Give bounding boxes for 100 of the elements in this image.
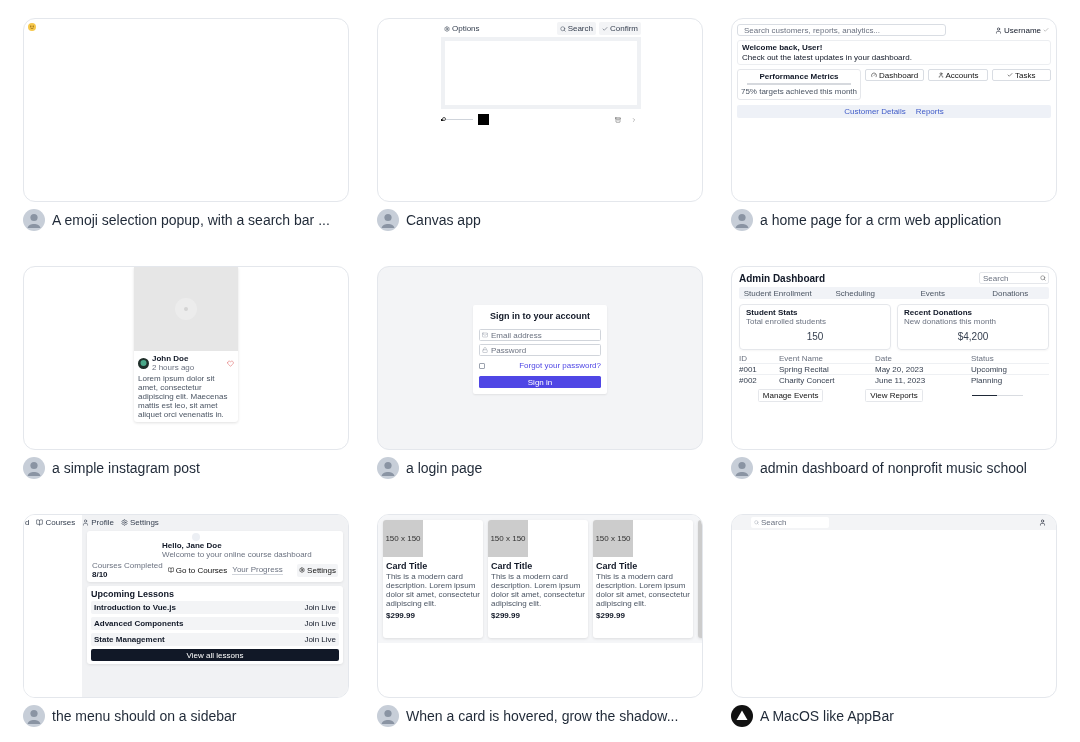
table-cell-text: #002	[739, 375, 758, 386]
stat-label: Courses Completed	[92, 561, 163, 570]
avatar	[731, 209, 753, 231]
column-header: Date	[875, 353, 971, 364]
project-title[interactable]: A emoji selection popup, with a search bar ...	[52, 212, 330, 228]
view-all-button[interactable]: View all lessons	[91, 649, 339, 661]
image-placeholder: 150 x 150	[593, 520, 633, 557]
login-title: Sign in to your account	[489, 311, 591, 321]
image-placeholder: 150 x 150	[383, 520, 423, 557]
lesson-row[interactable]: Introduction to Vue.js Join Live	[91, 601, 339, 614]
join-live-link[interactable]: Join Live	[304, 603, 336, 612]
project-title[interactable]: a home page for a crm web application	[760, 212, 1002, 228]
preview-thumbnail[interactable]	[731, 266, 1057, 450]
project-title[interactable]: admin dashboard of nonprofit music school	[760, 460, 1027, 476]
nav-link[interactable]: Profile	[91, 518, 114, 527]
tab[interactable]: Events	[894, 288, 972, 298]
nav-button[interactable]: Dashboard	[865, 69, 925, 81]
nav-button[interactable]: Accounts	[928, 69, 988, 81]
preview-thumbnail[interactable]: Sign in to your account Email address Password Forgot your password? Sign in	[377, 266, 703, 450]
metrics-note: 75% targets achieved this month	[740, 86, 858, 96]
search-icon	[559, 25, 566, 32]
slider-thumb[interactable]	[442, 117, 447, 121]
greeting: Hello, Jane Doe	[162, 541, 222, 550]
join-live-link[interactable]: Join Live	[304, 635, 336, 644]
project-title[interactable]: the menu should on a sidebar	[52, 708, 237, 724]
product-card[interactable]: 150 x 150 Card Title This is a modern card description. Lorem ipsum dolor sit amet, consectetur adipiscing elit. $299.99	[593, 520, 693, 638]
nav-button[interactable]: Tasks	[991, 69, 1051, 81]
tab[interactable]: Customer Details	[844, 106, 906, 116]
column-header: Event Name	[779, 353, 875, 364]
search-button[interactable]: Search	[556, 22, 596, 35]
project-title[interactable]: a login page	[406, 460, 483, 476]
welcome-subtitle: Check out the latest updates in your dashboard.	[742, 53, 913, 62]
username[interactable]: Username	[1004, 25, 1041, 35]
card-description: This is a modern card description. Lorem ipsum dolor sit amet, consectetur adipiscing elit.	[596, 572, 690, 608]
project-title[interactable]: A MacOS like AppBar	[760, 708, 894, 724]
settings-button[interactable]: Settings	[297, 563, 338, 577]
action-button[interactable]: View Reports	[865, 389, 923, 402]
gear-icon	[120, 519, 128, 526]
checkbox[interactable]	[479, 362, 485, 369]
tab[interactable]: Student Enrollment	[739, 288, 817, 298]
card-title: Card Title	[491, 561, 534, 571]
welcome-title: Welcome back, User!	[742, 43, 824, 52]
stat-subtitle: New donations this month	[904, 317, 998, 326]
logo-icon	[731, 705, 753, 727]
nav-link[interactable]: d	[25, 518, 30, 527]
project-title[interactable]: Canvas app	[406, 212, 481, 228]
check-icon	[1007, 72, 1014, 78]
project-title[interactable]: a simple instagram post	[52, 460, 200, 476]
stat-title: Student Stats	[746, 308, 799, 317]
lesson-title: State Management	[94, 635, 165, 644]
tab[interactable]: Reports	[915, 106, 944, 116]
card-price: $299.99	[386, 611, 416, 620]
preview-thumbnail[interactable]	[23, 18, 349, 202]
preview-thumbnail[interactable]	[23, 514, 349, 698]
section-title: Upcoming Lessons	[91, 589, 175, 599]
user-icon	[82, 519, 90, 526]
gear-icon	[299, 567, 306, 573]
tab[interactable]: Scheduling	[816, 288, 894, 298]
check-icon	[602, 25, 608, 32]
smiley-icon	[28, 23, 36, 31]
heart-icon[interactable]	[227, 359, 234, 367]
password-field[interactable]: Password	[479, 344, 601, 356]
color-swatch[interactable]	[478, 114, 489, 125]
user-icon[interactable]	[1039, 519, 1046, 526]
tab[interactable]: Donations	[971, 288, 1049, 298]
chevron-right-icon[interactable]	[631, 116, 637, 123]
preview-thumbnail[interactable]	[377, 514, 703, 698]
preview-thumbnail[interactable]: John Doe 2 hours ago Lorem ipsum dolor sit amet, consectetur adipiscing elit. Maecenas mattis est leo, sit amet aliquet orci venenatis in.	[23, 266, 349, 450]
preview-thumbnail[interactable]: Options Search Confirm	[377, 18, 703, 202]
project-title[interactable]: When a card is hovered, grow the shadow...	[406, 708, 679, 724]
table-cell: #001	[739, 364, 779, 375]
gauge-icon	[871, 72, 878, 78]
progress-bar	[971, 394, 1023, 397]
card-price: $299.99	[596, 611, 626, 620]
search-field[interactable]: Search	[979, 272, 1049, 284]
user-icon	[937, 72, 944, 78]
preview-thumbnail[interactable]	[731, 18, 1057, 202]
product-card[interactable]: 150 x 150 Card Title This is a modern card description. Lorem ipsum dolor sit amet, consectetur adipiscing elit. $299.99	[488, 520, 588, 638]
search-field[interactable]: Search	[751, 517, 829, 528]
action-button[interactable]: Manage Events	[757, 389, 824, 402]
forgot-password-link[interactable]: Forgot your password?	[519, 361, 601, 370]
email-field[interactable]: Email address	[479, 329, 601, 341]
search-field[interactable]: Search customers, reports, analytics...	[737, 24, 946, 36]
user-icon	[995, 26, 1003, 34]
archive-icon[interactable]	[615, 116, 621, 123]
nav-link[interactable]: Courses	[45, 518, 76, 527]
lesson-row[interactable]: Advanced Components Join Live	[91, 617, 339, 630]
product-card[interactable]: 150 x 150 Card Title This is a modern card description. Lorem ipsum dolor sit amet, consectetur adipiscing elit. $299.99	[383, 520, 483, 638]
join-live-link[interactable]: Join Live	[304, 619, 336, 628]
confirm-button[interactable]: Confirm	[599, 22, 641, 35]
sign-in-button[interactable]: Sign in	[479, 376, 601, 388]
gear-icon	[444, 25, 450, 32]
card-description: This is a modern card description. Lorem ipsum dolor sit amet, consectetur adipiscing elit.	[491, 572, 585, 608]
preview-thumbnail[interactable]: Search	[731, 514, 1057, 698]
stat-value: 8/10	[92, 570, 109, 579]
progress-tab[interactable]: Your Progress	[232, 565, 283, 575]
go-to-courses-button[interactable]: Go to Courses	[167, 565, 228, 575]
lesson-row[interactable]: State Management Join Live	[91, 633, 339, 646]
card-price: $299.99	[491, 611, 521, 620]
nav-link[interactable]: Settings	[129, 518, 159, 527]
